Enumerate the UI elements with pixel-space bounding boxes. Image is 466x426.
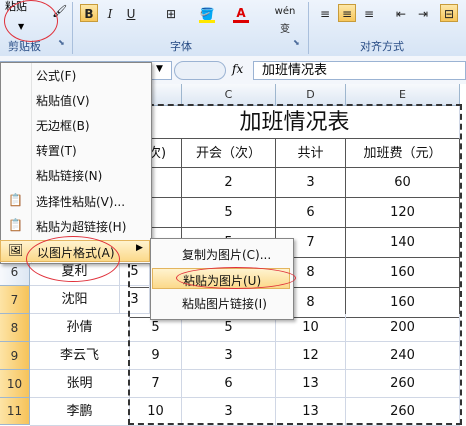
name-cell[interactable]: 孙倩 [30,314,130,342]
align-left-icon[interactable]: ≡ [316,4,334,22]
menu-item-label: 粘贴图片链接(I) [182,297,267,311]
paste-menu-item[interactable]: 粘贴链接(N) [0,164,150,186]
menu-item-label: 粘贴链接(N) [36,169,103,183]
alignment-group-label: 对齐方式 [360,40,404,53]
column-header-c[interactable]: C [182,84,276,106]
value-cell[interactable]: 240 [346,342,460,370]
indent-decrease-icon[interactable]: ⇤ [392,4,410,22]
submenu-item[interactable]: 复制为图片(C)... [152,243,290,264]
value-cell[interactable]: 3 [182,398,276,426]
paste-picture-icon: 🖼 [8,243,24,257]
name-cell[interactable]: 张明 [30,370,130,398]
value-cell[interactable]: 7 [130,370,182,398]
value-cell[interactable]: 260 [346,370,460,398]
column-header-e[interactable]: E [346,84,460,106]
menu-item-label: 转置(T) [36,144,77,158]
font-group-label: 字体 [170,40,192,53]
paste-menu-item[interactable]: 公式(F) [0,64,150,86]
merge-center-icon[interactable]: ⊟ [440,4,458,22]
value-cell[interactable]: 13 [276,370,346,398]
name-box-dropdown-icon[interactable]: ▼ [156,64,163,74]
header-cell[interactable]: 加班费（元） [346,139,460,168]
menu-item-label: 复制为图片(C)... [182,248,272,262]
row-header-10[interactable]: 10 [0,370,30,398]
paste-special-icon: 📋 [8,193,23,207]
dialog-launcher-icon[interactable]: ⬊ [293,38,300,47]
dialog-launcher-icon[interactable]: ⬊ [58,38,65,47]
value-cell[interactable]: 120 [346,198,460,228]
value-cell[interactable]: 12 [276,342,346,370]
menu-item-label: 选择性粘贴(V)... [36,195,126,209]
phonetic-button[interactable]: wén 变 [268,2,302,35]
annotation-circle [176,267,296,289]
ribbon: 粘贴 ▼ 🖌 剪贴板 ⬊ B I U ⊞ 🪣 A wén 变 字体 ⬊ ≡ ≡ … [0,0,466,57]
value-cell[interactable]: 6 [276,198,346,228]
sheet-title[interactable]: 加班情况表 [130,106,460,139]
value-cell[interactable]: 3 [120,286,150,314]
name-cell[interactable]: 李云飞 [30,342,130,370]
name-cell[interactable]: 沈阳 [30,286,120,314]
borders-icon[interactable]: ⊞ [162,4,180,22]
value-cell[interactable]: 160 [346,258,460,288]
menu-item-label: 无边框(B) [36,119,90,133]
header-cell[interactable]: 开会（次） [182,139,276,168]
menu-item-label: 粘贴值(V) [36,94,90,108]
column-header-d[interactable]: D [276,84,346,106]
row-header-7[interactable]: 7 [0,286,30,314]
underline-button[interactable]: U [122,4,140,22]
name-cell[interactable]: 李鹏 [30,398,130,426]
menu-item-label: 公式(F) [36,69,77,83]
formula-scroll-bar[interactable] [174,61,226,80]
row-header-9[interactable]: 9 [0,342,30,370]
paste-menu-item[interactable]: 转置(T) [0,139,150,161]
row-header-8[interactable]: 8 [0,314,30,342]
submenu-arrow-icon: ▶ [136,243,143,253]
formula-input[interactable]: 加班情况表 [253,61,466,80]
value-cell[interactable]: 200 [346,314,460,342]
align-right-icon[interactable]: ≡ [360,4,378,22]
value-cell[interactable]: 60 [346,168,460,198]
submenu-item[interactable]: 粘贴图片链接(I) [152,292,290,313]
italic-button[interactable]: I [101,4,119,22]
value-cell[interactable]: 3 [276,168,346,198]
paste-menu-item[interactable]: 无边框(B) [0,114,150,136]
font-color-button[interactable]: A [232,3,250,21]
value-cell[interactable]: 260 [346,398,460,426]
menu-item-label: 粘贴为超链接(H) [36,220,127,234]
align-center-icon[interactable]: ≡ [338,4,356,22]
value-cell[interactable]: 3 [182,342,276,370]
value-cell[interactable]: 13 [276,398,346,426]
value-cell[interactable]: 140 [346,228,460,258]
paste-hyperlink-icon: 📋 [8,218,23,232]
value-cell[interactable]: 9 [130,342,182,370]
value-cell[interactable]: 10 [130,398,182,426]
value-cell[interactable]: 5 [182,198,276,228]
bold-button[interactable]: B [80,4,98,22]
fx-icon[interactable]: fx [232,62,243,76]
indent-increase-icon[interactable]: ⇥ [414,4,432,22]
header-cell[interactable]: 共计 [276,139,346,168]
value-cell[interactable]: 6 [182,370,276,398]
annotation-circle [4,0,58,42]
annotation-circle [26,236,120,282]
row-header-11[interactable]: 11 [0,398,30,425]
paste-menu-item[interactable]: 粘贴值(V) [0,89,150,111]
value-cell[interactable]: 2 [182,168,276,198]
